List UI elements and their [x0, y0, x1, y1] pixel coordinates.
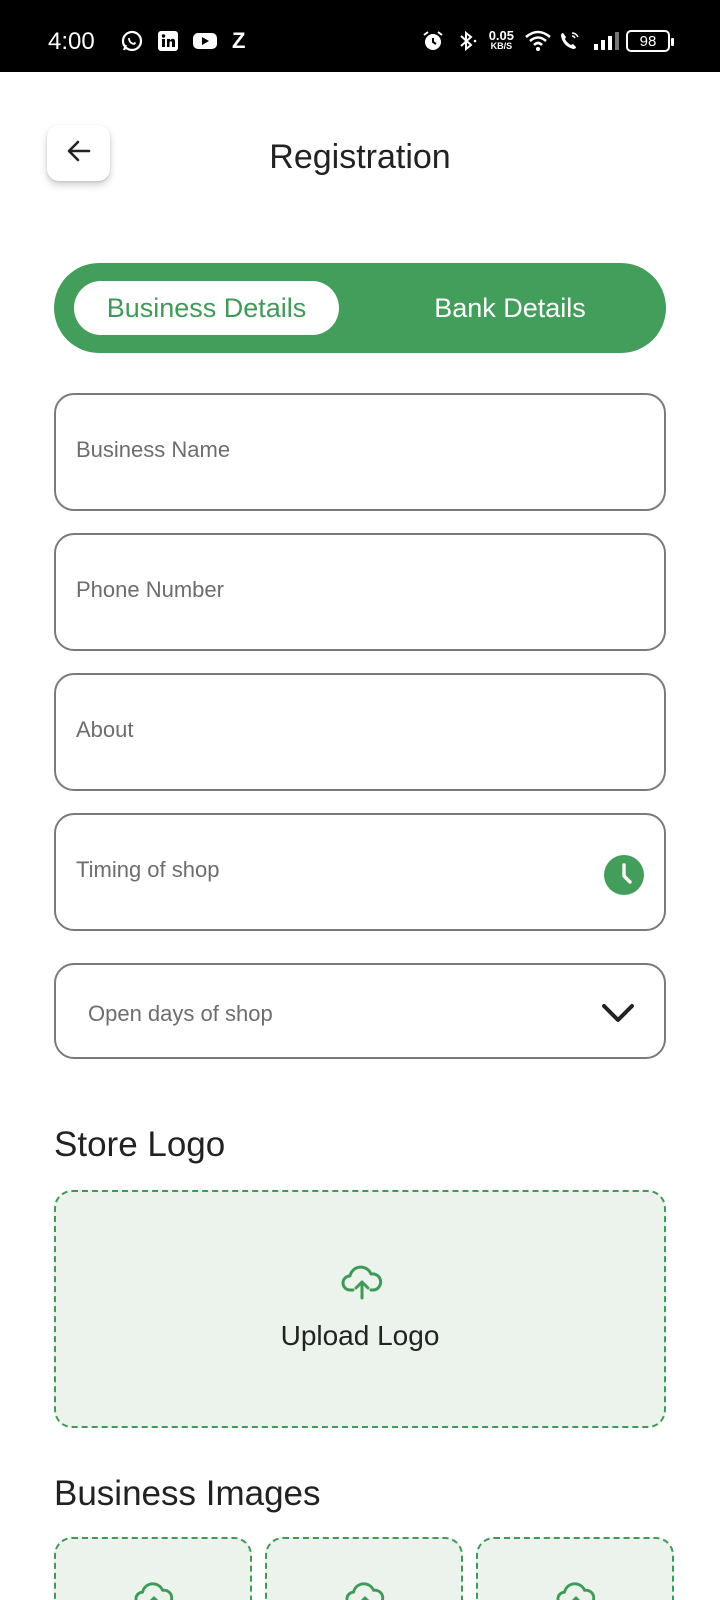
timing-of-shop-field[interactable]: Timing of shop: [54, 813, 666, 931]
upload-logo-label: Upload Logo: [280, 1320, 440, 1351]
battery-icon: 98: [626, 30, 674, 52]
cloud-upload-icon: [341, 1260, 383, 1302]
clock-icon[interactable]: [604, 855, 644, 895]
business-name-placeholder: Business Name: [76, 437, 231, 462]
wifi-calling-icon: [558, 29, 582, 53]
linkedin-icon: [156, 29, 180, 53]
about-placeholder: About: [76, 717, 134, 742]
cloud-upload-icon: [134, 1577, 174, 1600]
phone-number-field[interactable]: Phone Number: [54, 533, 666, 651]
business-name-field[interactable]: Business Name: [54, 393, 666, 511]
upload-logo-box[interactable]: Upload Logo: [54, 1190, 666, 1428]
network-speed: 0.05 KB/S: [488, 28, 514, 51]
phone-number-placeholder: Phone Number: [76, 577, 224, 602]
status-time: 4:00: [48, 28, 95, 55]
cloud-upload-icon: [556, 1577, 596, 1600]
alarm-icon: [421, 29, 445, 53]
z-app-icon: Z: [232, 28, 246, 53]
business-images-title: Business Images: [54, 1474, 321, 1513]
signal-icon: [592, 29, 619, 53]
tab-bank-details[interactable]: Bank Details: [360, 281, 660, 335]
business-image-slot[interactable]: [265, 1537, 463, 1600]
whatsapp-icon: [120, 29, 144, 53]
open-days-select[interactable]: Open days of shop: [54, 963, 666, 1059]
chevron-down-icon: [600, 995, 636, 1031]
open-days-placeholder: Open days of shop: [88, 1001, 273, 1026]
about-field[interactable]: About: [54, 673, 666, 791]
tab-business-details[interactable]: Business Details: [74, 281, 339, 335]
bluetooth-icon: [455, 29, 479, 53]
notification-icons: Z: [120, 28, 245, 54]
status-bar: 4:00 Z 0.05 KB/S 98: [0, 0, 720, 72]
wifi-icon: [524, 29, 551, 53]
system-icons: 0.05 KB/S 98: [421, 26, 674, 56]
youtube-icon: [192, 29, 217, 53]
timing-placeholder: Timing of shop: [76, 857, 220, 882]
page-title: Registration: [269, 138, 451, 176]
business-image-slot[interactable]: [476, 1537, 674, 1600]
registration-tabs: Business Details Bank Details: [54, 263, 666, 353]
business-image-slot[interactable]: [54, 1537, 252, 1600]
store-logo-title: Store Logo: [54, 1125, 226, 1164]
cloud-upload-icon: [345, 1577, 385, 1600]
